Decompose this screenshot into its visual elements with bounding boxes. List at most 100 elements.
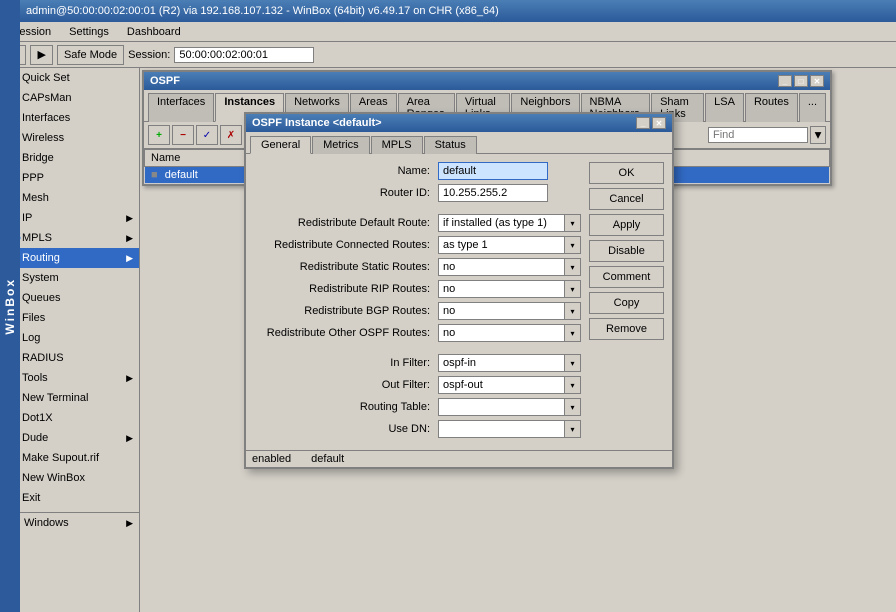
safe-mode-button[interactable]: Safe Mode xyxy=(57,45,124,65)
redist-rip-arrow[interactable]: ▾ xyxy=(564,281,580,297)
sidebar-label-dot1x: Dot1X xyxy=(22,412,53,424)
in-filter-dropdown[interactable]: ospf-in ▾ xyxy=(438,354,581,372)
sidebar-item-new-terminal[interactable]: ▶ New Terminal xyxy=(0,388,139,408)
redist-other-dropdown[interactable]: no ▾ xyxy=(438,324,581,342)
add-button[interactable]: + xyxy=(148,125,170,145)
tab-lsa[interactable]: LSA xyxy=(705,93,744,122)
sidebar-item-system[interactable]: ⚙ System xyxy=(0,268,139,288)
sidebar-item-wireless[interactable]: )))) Wireless xyxy=(0,128,139,148)
find-input[interactable] xyxy=(708,127,808,143)
ospf-title: OSPF xyxy=(150,75,180,87)
sidebar-item-routing[interactable]: ↔ Routing ▶ xyxy=(0,248,139,268)
tab-interfaces[interactable]: Interfaces xyxy=(148,93,214,122)
menu-dashboard[interactable]: Dashboard xyxy=(119,24,189,40)
tab-general[interactable]: General xyxy=(250,136,311,154)
remove-button[interactable]: Remove xyxy=(589,318,664,340)
redist-other-label: Redistribute Other OSPF Routes: xyxy=(254,327,434,339)
sidebar-item-dude[interactable]: ◆ Dude ▶ xyxy=(0,428,139,448)
out-filter-row: Out Filter: ospf-out ▾ xyxy=(254,376,581,394)
redist-default-dropdown[interactable]: if installed (as type 1) ▾ xyxy=(438,214,581,232)
remove-button[interactable]: − xyxy=(172,125,194,145)
sidebar-label-windows: Windows xyxy=(24,517,69,529)
enable-button[interactable]: ✓ xyxy=(196,125,218,145)
routing-arrow: ▶ xyxy=(126,253,133,264)
name-input[interactable] xyxy=(438,162,548,180)
sidebar-item-capsman[interactable]: ■ CAPsMan xyxy=(0,88,139,108)
sidebar-item-mpls[interactable]: 255 MPLS ▶ xyxy=(0,228,139,248)
winbox-label: WinBox xyxy=(3,278,17,335)
sidebar-item-queues[interactable]: ⏸ Queues xyxy=(0,288,139,308)
in-filter-arrow[interactable]: ▾ xyxy=(564,355,580,371)
tab-mpls[interactable]: MPLS xyxy=(371,136,423,154)
form-area: Name: Router ID: Redistribute Default Ro… xyxy=(254,162,581,442)
sidebar-label-ppp: PPP xyxy=(22,172,44,184)
redist-static-arrow[interactable]: ▾ xyxy=(564,259,580,275)
windows-arrow: ▶ xyxy=(126,518,133,529)
content-area: OSPF _ □ ✕ Interfaces Instances Networks… xyxy=(140,68,896,612)
redist-rip-dropdown[interactable]: no ▾ xyxy=(438,280,581,298)
sidebar-item-quick-set[interactable]: ⚡ Quick Set xyxy=(0,68,139,88)
copy-button[interactable]: Copy xyxy=(589,292,664,314)
status-right: default xyxy=(311,453,344,465)
disable-button[interactable]: ✗ xyxy=(220,125,242,145)
redist-static-row: Redistribute Static Routes: no ▾ xyxy=(254,258,581,276)
ospf-close-btn[interactable]: ✕ xyxy=(810,75,824,87)
sidebar-item-exit[interactable]: ✕ Exit xyxy=(0,488,139,508)
ospf-titlebar: OSPF _ □ ✕ xyxy=(144,72,830,90)
apply-button[interactable]: Apply xyxy=(589,214,664,236)
session-label: Session: xyxy=(128,49,170,61)
sidebar-item-dot1x[interactable]: ◉ Dot1X xyxy=(0,408,139,428)
menu-settings[interactable]: Settings xyxy=(61,24,117,40)
redist-static-value: no xyxy=(439,260,564,274)
dude-arrow: ▶ xyxy=(126,433,133,444)
ospf-maximize-btn[interactable]: □ xyxy=(794,75,808,87)
in-filter-label: In Filter: xyxy=(254,357,434,369)
redist-bgp-arrow[interactable]: ▾ xyxy=(564,303,580,319)
sidebar-item-files[interactable]: 📁 Files xyxy=(0,308,139,328)
redist-bgp-dropdown[interactable]: no ▾ xyxy=(438,302,581,320)
comment-button[interactable]: Comment xyxy=(589,266,664,288)
find-arrow-btn[interactable]: ▾ xyxy=(810,126,826,144)
sidebar-item-ppp[interactable]: ⊕ PPP xyxy=(0,168,139,188)
sidebar-item-interfaces[interactable]: ≡ Interfaces xyxy=(0,108,139,128)
redist-default-arrow[interactable]: ▾ xyxy=(564,215,580,231)
tab-routes[interactable]: Routes xyxy=(745,93,798,122)
disable-button[interactable]: Disable xyxy=(589,240,664,262)
redist-connected-dropdown[interactable]: as type 1 ▾ xyxy=(438,236,581,254)
sidebar-item-bridge[interactable]: ⌂ Bridge xyxy=(0,148,139,168)
sidebar-label-queues: Queues xyxy=(22,292,61,304)
use-dn-dropdown[interactable]: ▾ xyxy=(438,420,581,438)
use-dn-arrow[interactable]: ▾ xyxy=(564,421,580,437)
sidebar-item-ip[interactable]: ● IP ▶ xyxy=(0,208,139,228)
sidebar-item-tools[interactable]: 🔧 Tools ▶ xyxy=(0,368,139,388)
instance-close-btn[interactable]: ✕ xyxy=(652,117,666,129)
redist-static-dropdown[interactable]: no ▾ xyxy=(438,258,581,276)
button-panel: OK Cancel Apply Disable Comment Copy Rem… xyxy=(589,162,664,442)
tab-status[interactable]: Status xyxy=(424,136,477,154)
routing-table-dropdown[interactable]: ▾ xyxy=(438,398,581,416)
redist-other-arrow[interactable]: ▾ xyxy=(564,325,580,341)
routing-table-arrow[interactable]: ▾ xyxy=(564,399,580,415)
out-filter-arrow[interactable]: ▾ xyxy=(564,377,580,393)
sidebar-item-log[interactable]: 📋 Log xyxy=(0,328,139,348)
ospf-minimize-btn[interactable]: _ xyxy=(778,75,792,87)
tab-more[interactable]: ... xyxy=(799,93,826,122)
cancel-button[interactable]: Cancel xyxy=(589,188,664,210)
tab-metrics[interactable]: Metrics xyxy=(312,136,369,154)
ok-button[interactable]: OK xyxy=(589,162,664,184)
router-id-input[interactable] xyxy=(438,184,548,202)
instance-minimize-btn[interactable]: _ xyxy=(636,117,650,129)
session-input[interactable] xyxy=(174,47,314,63)
routing-table-row: Routing Table: ▾ xyxy=(254,398,581,416)
forward-button[interactable]: ▶ xyxy=(30,45,52,65)
sidebar-item-windows[interactable]: Windows ▶ xyxy=(0,513,139,533)
routing-table-label: Routing Table: xyxy=(254,401,434,413)
use-dn-row: Use DN: ▾ xyxy=(254,420,581,438)
sidebar-item-make-supout[interactable]: 💾 Make Supout.rif xyxy=(0,448,139,468)
winbox-logo: WinBox xyxy=(0,0,20,612)
sidebar-item-mesh[interactable]: ⬡ Mesh xyxy=(0,188,139,208)
redist-connected-arrow[interactable]: ▾ xyxy=(564,237,580,253)
sidebar-item-new-winbox[interactable]: 🖥 New WinBox xyxy=(0,468,139,488)
sidebar-item-radius[interactable]: ◎ RADIUS xyxy=(0,348,139,368)
out-filter-dropdown[interactable]: ospf-out ▾ xyxy=(438,376,581,394)
